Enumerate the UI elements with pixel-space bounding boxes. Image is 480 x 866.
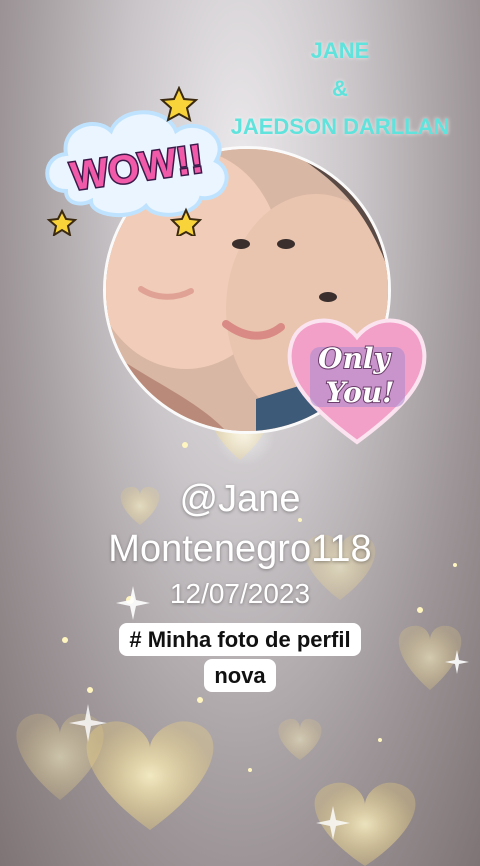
handle-line-2: Montenegro118: [108, 528, 372, 570]
star-icon: [46, 208, 78, 236]
only-text: Only: [318, 342, 391, 375]
heart-bokeh: [278, 718, 322, 760]
name-ampersand: &: [332, 76, 348, 101]
star-icon: [159, 86, 199, 122]
profile-handle: @Jane Montenegro118: [0, 474, 480, 574]
caption-box: # Minha foto de perfil nova: [100, 622, 380, 694]
post-date: 12/07/2023: [169, 578, 311, 609]
heart-bokeh: [86, 721, 214, 830]
handle-line-1: @Jane: [179, 478, 301, 520]
name-line-1: JANE: [310, 38, 370, 63]
story-canvas: JANE & JAEDSON DARLLAN WOW!! Only You! @…: [0, 0, 480, 866]
caption-line-1: # Minha foto de perfil: [119, 623, 361, 656]
name-line-2: JAEDSON DARLLAN: [230, 114, 450, 139]
only-you-sticker: Only You!: [287, 318, 427, 445]
couple-names: JANE & JAEDSON DARLLAN: [200, 32, 480, 146]
caption-line-2: nova: [204, 659, 276, 692]
you-text: You!: [326, 376, 395, 409]
wow-sticker: WOW!!: [45, 86, 229, 236]
heart-bokeh: [398, 625, 462, 690]
